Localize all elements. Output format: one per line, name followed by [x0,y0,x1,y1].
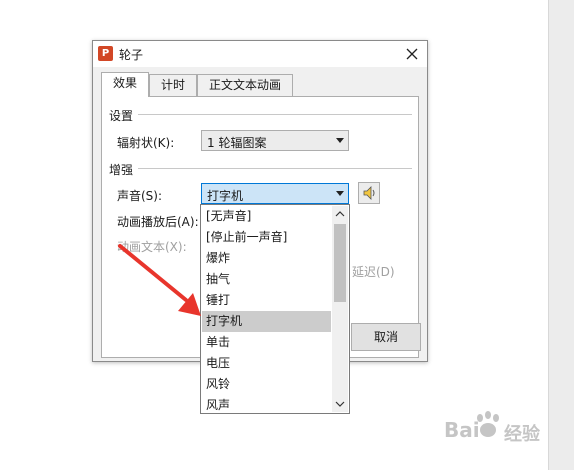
list-item[interactable]: [停止前一声音] [202,227,331,248]
list-item[interactable]: [无声音] [202,206,331,227]
tab-text-animation[interactable]: 正文文本动画 [197,74,293,96]
list-item[interactable]: 爆炸 [202,248,331,269]
after-animation-label: 动画播放后(A): [117,215,199,229]
list-item-selected[interactable]: 打字机 [202,311,331,332]
cancel-button[interactable]: 取消 [351,323,421,351]
chevron-up-icon[interactable] [332,206,348,222]
delay-label: 延迟(D) [352,265,395,279]
speaker-icon [363,186,375,200]
divider [138,168,412,169]
close-icon[interactable] [403,45,421,63]
settings-group-label: 设置 [109,109,134,123]
enhance-group-label: 增强 [109,163,134,177]
sound-select[interactable]: 打字机 [201,183,349,204]
list-item[interactable]: 电压 [202,353,331,374]
presentation-app-icon: P [98,46,113,61]
dropdown-scrollbar[interactable] [332,206,348,412]
list-item[interactable]: 单击 [202,332,331,353]
dialog-title: 轮子 [119,48,144,62]
sound-dropdown-list: [无声音] [停止前一声音] 爆炸 抽气 锤打 打字机 单击 电压 风铃 风声 [200,204,350,414]
chevron-down-icon [336,138,344,143]
background-panel [548,0,574,470]
animate-text-label: 动画文本(X): [117,240,187,254]
title-bar: P 轮子 [93,41,427,67]
divider [138,114,412,115]
list-item[interactable]: 风铃 [202,374,331,395]
chevron-down-icon [336,191,344,196]
tab-timing[interactable]: 计时 [149,74,197,96]
scrollbar-thumb[interactable] [334,224,346,302]
paw-logo-icon [477,411,499,437]
sound-label: 声音(S): [117,189,163,203]
spokes-value: 1 轮辐图案 [207,136,267,150]
baidu-watermark: Bai 经验 [444,410,554,450]
speaker-button[interactable] [358,182,380,204]
list-item[interactable]: 抽气 [202,269,331,290]
spokes-label: 辐射状(K): [117,136,175,150]
list-item[interactable]: 风声 [202,395,331,416]
spokes-select[interactable]: 1 轮辐图案 [201,130,349,151]
watermark-suffix: 经验 [504,424,540,445]
list-item[interactable]: 锤打 [202,290,331,311]
tab-effect[interactable]: 效果 [101,72,149,97]
sound-value: 打字机 [207,189,244,203]
chevron-down-icon[interactable] [332,396,348,412]
